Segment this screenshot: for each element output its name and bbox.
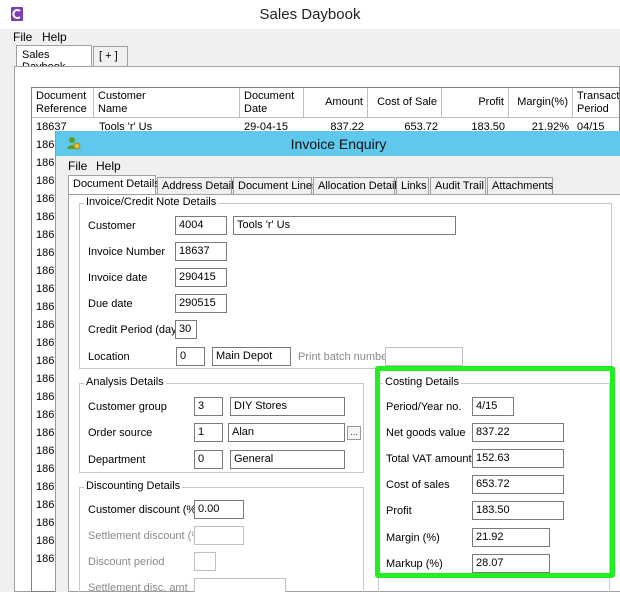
settlement-amt-field[interactable] [194, 578, 286, 592]
column-header-label: Document Reference [36, 90, 87, 115]
customer-code-field[interactable]: 4004 [175, 216, 227, 235]
invoice-details-group: Invoice/Credit Note Details Customer 400… [79, 196, 612, 369]
column-header-label: Amount [325, 96, 363, 108]
print-batch-field[interactable] [385, 347, 463, 366]
order-source-name-field[interactable]: Alan [228, 423, 345, 442]
invoice-number-label: Invoice Number [88, 246, 166, 258]
dialog-titlebar[interactable]: Invoice Enquiry [56, 131, 620, 156]
outer-titlebar[interactable]: Sales Daybook [0, 0, 620, 29]
column-header-reference[interactable]: Document Reference [32, 88, 94, 118]
dialog-menu-file[interactable]: File [68, 159, 87, 173]
order-source-code-field[interactable]: 1 [194, 423, 223, 442]
column-header-date[interactable]: Document Date [240, 88, 304, 118]
tab-document-lines[interactable]: Document Lines [233, 177, 318, 195]
discount-period-field[interactable] [194, 552, 216, 571]
column-header-cost-of-sale[interactable]: Cost of Sale [368, 88, 442, 118]
tab-document-details[interactable]: Document Details [68, 175, 160, 195]
tab-allocation-details[interactable]: Allocation Details [313, 177, 402, 195]
column-header-label: Transact Period [577, 90, 620, 115]
credit-period-label: Credit Period (days) [88, 324, 186, 336]
tab-add-new[interactable]: [ + ] [93, 46, 128, 66]
print-batch-label: Print batch number [298, 351, 391, 363]
order-source-lookup-button[interactable]: ... [347, 426, 361, 440]
department-label: Department [88, 454, 146, 466]
menu-help[interactable]: Help [42, 30, 67, 44]
department-name-field[interactable]: General [230, 450, 345, 469]
settlement-discount-label: Settlement discount (%) [88, 530, 205, 542]
tab-sales-daybook[interactable]: Sales Daybook [16, 45, 92, 73]
invoice-details-title: Invoice/Credit Note Details [84, 196, 219, 208]
column-header-amount[interactable]: Amount [304, 88, 368, 118]
customer-discount-label: Customer discount (%) [88, 504, 200, 516]
tab-audit-trail[interactable]: Audit Trail [430, 177, 486, 195]
analysis-details-title: Analysis Details [84, 376, 166, 388]
costing-highlight-box [375, 366, 615, 578]
tab-links[interactable]: Links [396, 177, 429, 195]
due-date-field[interactable]: 290515 [175, 294, 227, 313]
outer-tabstrip: Sales Daybook [ + ] [0, 45, 620, 73]
dialog-title: Invoice Enquiry [290, 136, 387, 152]
column-header-label: Customer Name [98, 90, 146, 115]
customer-discount-field[interactable]: 0.00 [194, 500, 244, 519]
column-header-customer[interactable]: Customer Name [94, 88, 240, 118]
dialog-menubar: File Help [56, 156, 620, 174]
settlement-discount-field[interactable] [194, 526, 244, 545]
department-code-field[interactable]: 0 [194, 450, 223, 469]
analysis-details-group: Analysis Details Customer group 3 DIY St… [79, 376, 364, 473]
due-date-label: Due date [88, 298, 133, 310]
invoice-date-label: Invoice date [88, 272, 148, 284]
customer-name-field[interactable]: Tools 'r' Us [233, 216, 456, 235]
window-title: Sales Daybook [259, 6, 361, 23]
column-header-margin[interactable]: Margin(%) [509, 88, 573, 118]
dialog-menu-help[interactable]: Help [96, 159, 121, 173]
location-label: Location [88, 351, 130, 363]
settlement-amt-label: Settlement disc. amt [88, 582, 188, 592]
column-header-label: Document Date [244, 90, 295, 115]
column-header-label: Cost of Sale [377, 96, 437, 108]
customer-group-code-field[interactable]: 3 [194, 397, 223, 416]
dialog-tabstrip: Document Details Address Details Documen… [68, 175, 620, 195]
discounting-details-group: Discounting Details Customer discount (%… [79, 480, 364, 592]
column-header-profit[interactable]: Profit [442, 88, 509, 118]
invoice-date-field[interactable]: 290415 [175, 268, 227, 287]
discounting-details-title: Discounting Details [84, 480, 183, 492]
column-header-label: Profit [478, 96, 504, 108]
outer-menubar: File Help [0, 29, 620, 45]
order-source-label: Order source [88, 427, 153, 439]
sales-daybook-window: Sales Daybook File Help Sales Daybook [ … [0, 0, 620, 592]
column-header-label: Margin(%) [517, 96, 568, 108]
tab-attachments[interactable]: Attachments [487, 177, 553, 195]
credit-period-field[interactable]: 30 [175, 320, 197, 339]
column-header-period[interactable]: Transact Period [573, 88, 620, 118]
customer-group-name-field[interactable]: DIY Stores [230, 397, 345, 416]
customer-label: Customer [88, 220, 136, 232]
customer-group-label: Customer group [88, 401, 167, 413]
invoice-number-field[interactable]: 18637 [175, 242, 227, 261]
discount-period-label: Discount period [88, 556, 165, 568]
location-name-field[interactable]: Main Depot [212, 347, 291, 366]
tab-address-details[interactable]: Address Details [157, 177, 239, 195]
menu-file[interactable]: File [13, 30, 32, 44]
location-code-field[interactable]: 0 [176, 347, 205, 366]
